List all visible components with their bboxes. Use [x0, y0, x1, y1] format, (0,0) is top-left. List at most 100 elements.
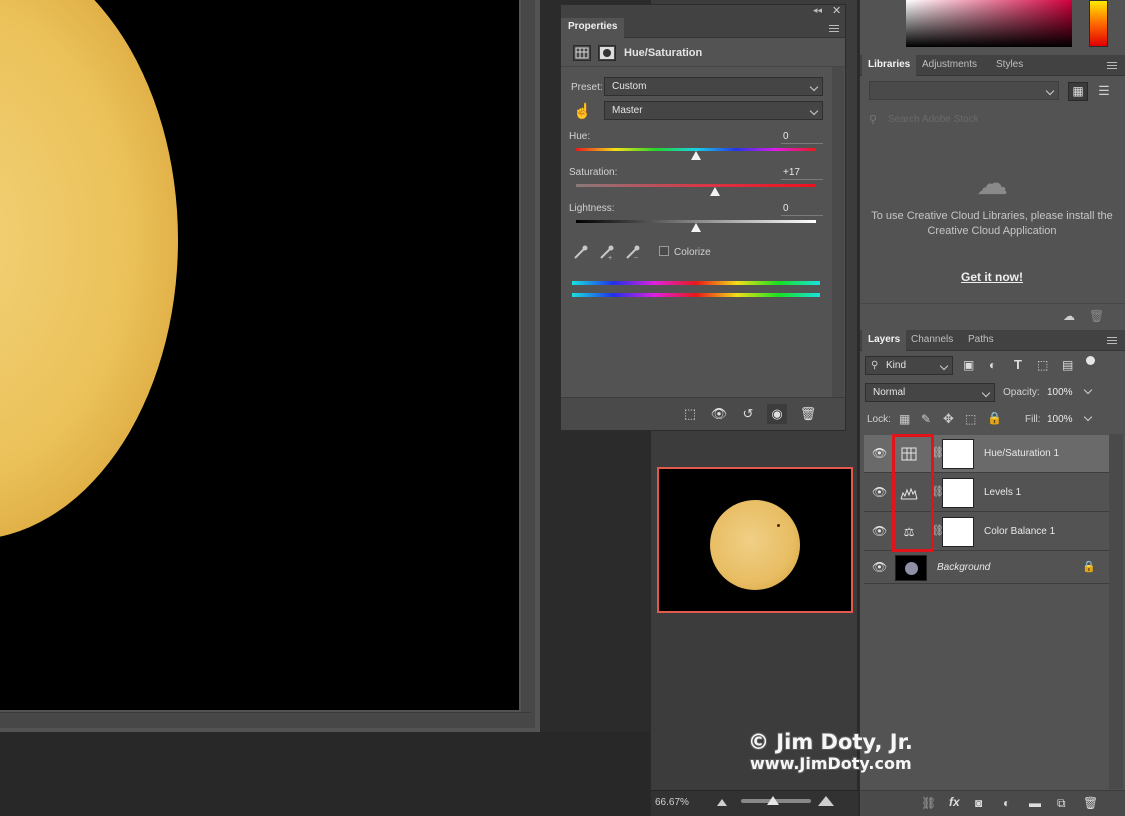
filter-pixel-icon[interactable]: ▣: [963, 358, 974, 372]
zoom-level[interactable]: 66.67%: [655, 797, 689, 808]
chevron-down-icon: [809, 82, 819, 92]
libraries-menu-icon[interactable]: [1107, 62, 1117, 69]
grid-view-icon[interactable]: ▦: [1068, 82, 1088, 101]
mask-icon[interactable]: [598, 45, 616, 61]
layer-mask-thumbnail[interactable]: [942, 439, 974, 469]
opacity-value[interactable]: 100%: [1047, 387, 1073, 398]
tab-paths[interactable]: Paths: [962, 330, 1000, 351]
eye-icon[interactable]: 👁: [872, 561, 887, 573]
add-eyedropper-icon[interactable]: +: [599, 244, 615, 262]
preset-dropdown[interactable]: Custom: [604, 77, 823, 96]
tab-layers[interactable]: Layers: [862, 330, 907, 351]
tab-styles[interactable]: Styles: [990, 55, 1029, 76]
layers-menu-icon[interactable]: [1107, 337, 1117, 344]
svg-text:+: +: [608, 255, 612, 260]
hue-strip[interactable]: [1089, 0, 1108, 47]
lock-position-icon[interactable]: ✥: [943, 411, 954, 427]
layer-name[interactable]: Color Balance 1: [984, 526, 1055, 537]
layer-name[interactable]: Background: [937, 562, 990, 573]
filter-kind-dropdown[interactable]: ⚲ Kind: [865, 356, 953, 375]
document-canvas[interactable]: [0, 0, 519, 710]
layers-scrollbar[interactable]: [1109, 434, 1123, 789]
close-icon[interactable]: ✕: [832, 4, 841, 17]
eye-icon[interactable]: 👁: [872, 447, 887, 459]
new-layer-icon[interactable]: ⧉: [1057, 796, 1066, 811]
layer-name[interactable]: Hue/Saturation 1: [984, 448, 1059, 459]
document-horizontal-scrollbar[interactable]: [0, 712, 531, 728]
library-dropdown[interactable]: [869, 81, 1059, 100]
reset-icon[interactable]: ↺: [738, 404, 758, 424]
collapse-icon[interactable]: ◂◂: [813, 5, 822, 16]
zoom-slider[interactable]: [741, 796, 811, 805]
delete-icon[interactable]: 🗑: [1083, 796, 1098, 810]
document-vertical-scrollbar[interactable]: [521, 0, 535, 728]
filter-shape-icon[interactable]: ⬚: [1037, 358, 1048, 372]
layer-name[interactable]: Levels 1: [984, 487, 1021, 498]
properties-scrollbar[interactable]: [832, 67, 844, 397]
layer-mask-thumbnail[interactable]: [942, 478, 974, 508]
layer-mask-thumbnail[interactable]: [942, 517, 974, 547]
zoom-slider-thumb[interactable]: [767, 796, 779, 805]
filter-type-icon[interactable]: T: [1014, 357, 1022, 372]
layer-row[interactable]: 👁 Background 🔒: [864, 552, 1109, 584]
filter-toggle-icon[interactable]: [1086, 356, 1095, 365]
get-it-now-link[interactable]: Get it now!: [868, 270, 1116, 284]
hue-label: Hue:: [569, 131, 591, 142]
list-view-icon[interactable]: ☰: [1095, 82, 1113, 101]
targeted-adjustment-hand-icon[interactable]: ☝: [573, 102, 592, 120]
delete-icon[interactable]: 🗑: [798, 404, 818, 424]
tab-properties[interactable]: Properties: [561, 18, 625, 38]
fill-value[interactable]: 100%: [1047, 414, 1073, 425]
lock-all-icon[interactable]: 🔒: [987, 411, 1002, 425]
folder-icon[interactable]: ▬: [1029, 796, 1041, 810]
toggle-visibility-icon[interactable]: ◉: [767, 404, 787, 424]
opacity-label: Opacity:: [1003, 387, 1040, 398]
adjustment-layer-icon[interactable]: ◐: [1003, 796, 1010, 810]
navigator-preview[interactable]: [657, 467, 853, 613]
colorize-label: Colorize: [674, 247, 711, 258]
canvas-area[interactable]: [0, 0, 540, 732]
color-field[interactable]: [906, 0, 1072, 47]
chevron-down-icon: [809, 106, 819, 116]
libraries-tab-bar: Libraries Adjustments Styles: [860, 55, 1125, 76]
stock-search-input[interactable]: Search Adobe Stock: [862, 110, 1118, 130]
panel-menu-icon[interactable]: [829, 25, 839, 32]
filter-kind-value: Kind: [886, 360, 907, 371]
filter-adjustment-icon[interactable]: ◐: [989, 358, 996, 372]
filter-smart-object-icon[interactable]: ▤: [1062, 358, 1073, 372]
channel-dropdown[interactable]: Master: [604, 101, 823, 120]
watermark: © Jim Doty, Jr. www.JimDoty.com: [748, 730, 913, 773]
lock-transparent-icon[interactable]: ▦: [899, 412, 910, 426]
blend-mode-dropdown[interactable]: Normal: [865, 383, 995, 402]
eye-icon[interactable]: 👁: [872, 525, 887, 537]
lightness-value-field[interactable]: 0: [781, 203, 823, 216]
eyedropper-icon[interactable]: [573, 244, 589, 260]
background-thumbnail[interactable]: [895, 555, 927, 581]
watermark-url: www.JimDoty.com: [750, 754, 912, 773]
hue-slider-thumb[interactable]: [691, 151, 701, 160]
layers-tab-bar: Layers Channels Paths: [860, 330, 1125, 351]
hue-value-field[interactable]: 0: [781, 131, 823, 144]
saturation-slider-track[interactable]: [576, 184, 816, 187]
add-mask-icon[interactable]: ◙: [975, 796, 982, 810]
cc-sync-icon[interactable]: ☁: [1063, 309, 1075, 323]
tab-adjustments[interactable]: Adjustments: [916, 55, 983, 76]
delete-icon[interactable]: 🗑: [1089, 309, 1104, 323]
colorize-checkbox[interactable]: [659, 246, 669, 256]
adjustment-type-icon[interactable]: [573, 45, 591, 61]
zoom-in-icon[interactable]: [818, 796, 834, 806]
tab-channels[interactable]: Channels: [905, 330, 959, 351]
zoom-out-icon[interactable]: [717, 799, 727, 806]
saturation-slider-thumb[interactable]: [710, 187, 721, 196]
subtract-eyedropper-icon[interactable]: −: [625, 244, 641, 262]
tab-libraries[interactable]: Libraries: [862, 55, 917, 76]
fx-icon[interactable]: fx: [949, 795, 960, 809]
lock-image-icon[interactable]: ✎: [921, 412, 931, 426]
lightness-slider-thumb[interactable]: [691, 223, 701, 232]
lock-artboard-icon[interactable]: ⬚: [965, 412, 976, 426]
link-layers-icon[interactable]: ⛓: [921, 796, 936, 810]
eye-icon[interactable]: 👁: [872, 486, 887, 498]
saturation-value-field[interactable]: +17: [781, 167, 823, 180]
view-previous-state-icon[interactable]: 👁: [709, 404, 729, 424]
clip-to-layer-icon[interactable]: ⬚: [680, 404, 700, 424]
